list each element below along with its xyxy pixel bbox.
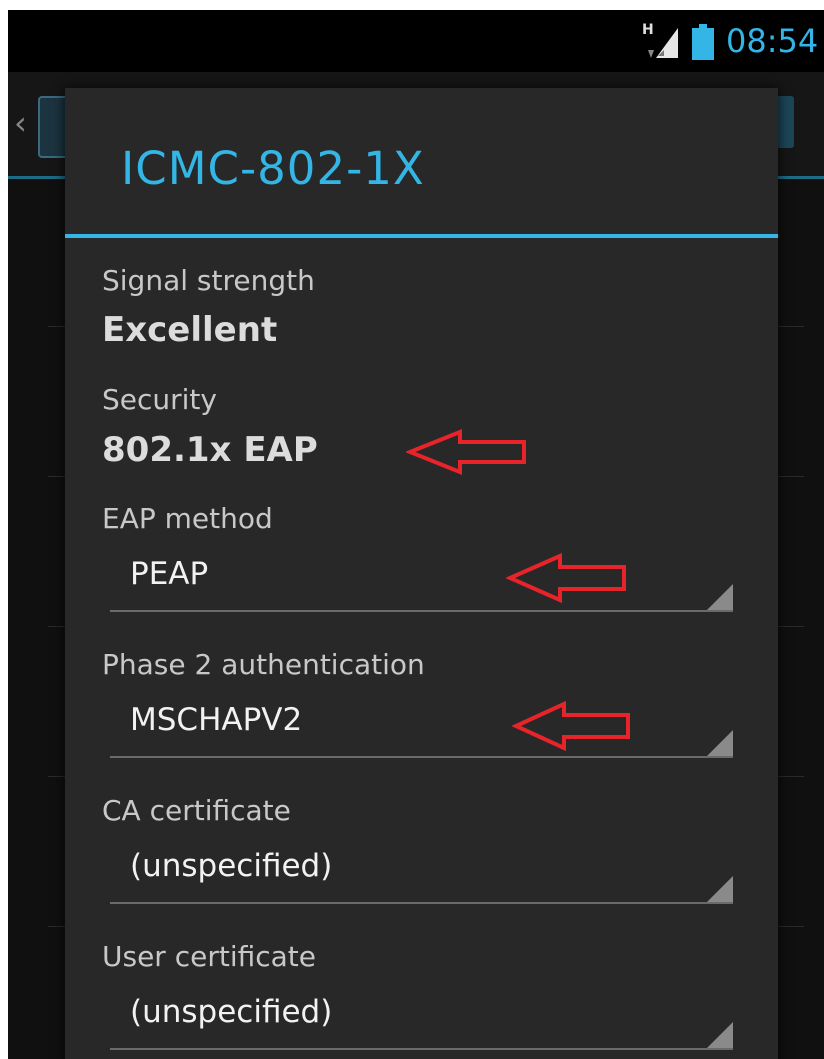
dropdown-triangle-icon	[707, 1022, 733, 1048]
phase2-auth-label: Phase 2 authentication	[102, 648, 425, 681]
user-certificate-spinner[interactable]: (unspecified)	[110, 990, 733, 1050]
eap-method-spinner[interactable]: PEAP	[110, 552, 733, 612]
status-bar: H 08:54	[8, 10, 824, 72]
title-divider	[65, 234, 778, 238]
clock: 08:54	[726, 22, 819, 60]
dropdown-triangle-icon	[707, 584, 733, 610]
eap-method-selected: PEAP	[130, 556, 209, 592]
ca-certificate-selected: (unspecified)	[130, 848, 333, 884]
wifi-network-dialog: ICMC-802-1X Signal strength Excellent Se…	[65, 88, 778, 1059]
android-screen: H 08:54 ‹ ICMC-802-1X Signal strength Ex…	[8, 10, 824, 1059]
left-arrow-annotation-icon	[506, 552, 626, 604]
back-chevron-icon: ‹	[14, 104, 27, 142]
battery-icon	[692, 24, 714, 60]
dropdown-triangle-icon	[707, 730, 733, 756]
network-type-label: H	[642, 22, 654, 38]
signal-strength-label: Signal strength	[102, 264, 315, 297]
mobile-signal-icon: H	[642, 22, 678, 58]
phase2-auth-selected: MSCHAPV2	[130, 702, 303, 738]
security-value: 802.1x EAP	[102, 430, 318, 470]
signal-strength-value: Excellent	[102, 310, 278, 350]
user-certificate-label: User certificate	[102, 940, 317, 973]
dialog-title: ICMC-802-1X	[121, 142, 425, 195]
left-arrow-annotation-icon	[512, 700, 630, 752]
eap-method-label: EAP method	[102, 502, 273, 535]
user-certificate-selected: (unspecified)	[130, 994, 333, 1030]
ca-certificate-label: CA certificate	[102, 794, 291, 827]
phase2-auth-spinner[interactable]: MSCHAPV2	[110, 698, 733, 758]
dropdown-triangle-icon	[707, 876, 733, 902]
left-arrow-annotation-icon	[406, 429, 526, 475]
ca-certificate-spinner[interactable]: (unspecified)	[110, 844, 733, 904]
security-label: Security	[102, 383, 217, 416]
